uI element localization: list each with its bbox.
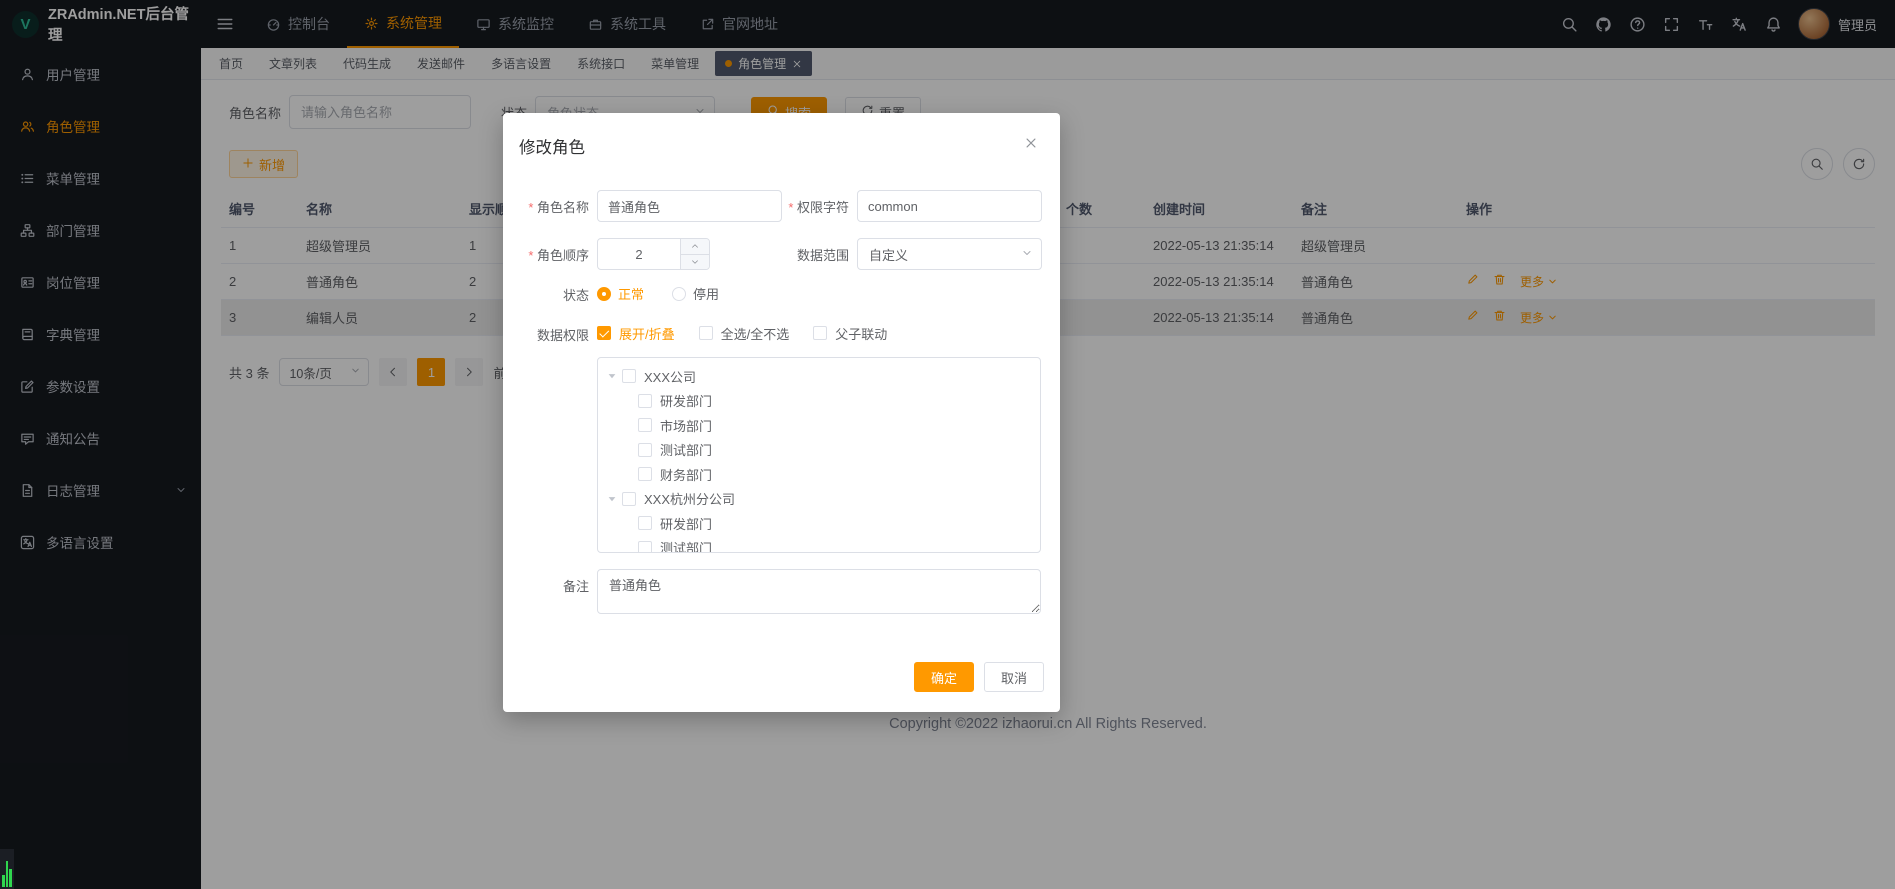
chevron-up-icon xyxy=(690,241,700,251)
tree-node-label: 财务部门 xyxy=(660,465,712,484)
data-scope-label: 数据范围 xyxy=(782,245,857,264)
tree-node[interactable]: 测试部门 xyxy=(598,438,1040,463)
remark-label: 备注 xyxy=(517,569,597,595)
tree-checkbox[interactable] xyxy=(638,516,652,530)
confirm-button[interactable]: 确定 xyxy=(914,662,974,692)
role-key-input[interactable] xyxy=(857,190,1042,222)
perm-checkbox-1[interactable]: 全选/全不选 xyxy=(699,324,790,343)
status-radio-0[interactable]: 正常 xyxy=(597,284,644,303)
caret-down-icon[interactable] xyxy=(606,493,622,505)
role-sort-stepper[interactable]: 2 xyxy=(597,238,710,270)
dialog-body: 角色名称 权限字符 角色顺序 2 数据范围 自定义 状态 正常 停用 xyxy=(503,158,1060,662)
perm-checkbox-0[interactable]: 展开/折叠 xyxy=(597,324,675,343)
edit-role-dialog: 修改角色 角色名称 权限字符 角色顺序 2 数据范围 自定义 xyxy=(503,113,1060,712)
tree-node-label: 研发部门 xyxy=(660,514,712,533)
tree-node[interactable]: 研发部门 xyxy=(598,511,1040,536)
tree-node[interactable]: XXX公司 xyxy=(598,364,1040,389)
tree-checkbox[interactable] xyxy=(638,443,652,457)
tree-checkbox[interactable] xyxy=(622,492,636,506)
tree-checkbox[interactable] xyxy=(638,541,652,553)
checkbox-label: 父子联动 xyxy=(835,324,887,343)
tree-checkbox[interactable] xyxy=(638,394,652,408)
checkbox-box xyxy=(699,326,713,340)
checkbox-box xyxy=(597,326,611,340)
radio-label: 停用 xyxy=(693,284,719,303)
tree-checkbox[interactable] xyxy=(622,369,636,383)
role-name-input[interactable] xyxy=(597,190,782,222)
remark-textarea[interactable]: 普通角色 xyxy=(597,569,1041,614)
dialog-footer: 确定 取消 xyxy=(503,662,1060,712)
tree-checkbox[interactable] xyxy=(638,467,652,481)
tree-node-label: 市场部门 xyxy=(660,416,712,435)
tree-node-label: 测试部门 xyxy=(660,440,712,459)
close-icon xyxy=(1024,136,1038,150)
decrease-button[interactable] xyxy=(681,255,709,270)
dept-tree: XXX公司研发部门市场部门测试部门财务部门XXX杭州分公司研发部门测试部门 xyxy=(597,357,1041,553)
status-radio-1[interactable]: 停用 xyxy=(672,284,719,303)
role-sort-value: 2 xyxy=(598,239,680,269)
perm-checkbox-group: 展开/折叠 全选/全不选 父子联动 xyxy=(597,324,911,346)
data-scope-value: 自定义 xyxy=(869,245,908,264)
cancel-button[interactable]: 取消 xyxy=(984,662,1044,692)
close-icon[interactable] xyxy=(1022,134,1040,157)
data-scope-select[interactable]: 自定义 xyxy=(857,238,1042,270)
perm-checkbox-2[interactable]: 父子联动 xyxy=(813,324,887,343)
checkbox-box xyxy=(813,326,827,340)
role-key-label: 权限字符 xyxy=(782,197,857,216)
chevron-down-icon xyxy=(690,257,700,267)
stepper-controls xyxy=(680,239,709,269)
checkbox-label: 全选/全不选 xyxy=(721,324,790,343)
status-radio-group: 正常 停用 xyxy=(597,284,747,306)
role-name-label: 角色名称 xyxy=(517,197,597,216)
status-label: 状态 xyxy=(517,285,597,304)
tree-node-label: XXX公司 xyxy=(644,367,696,386)
tree-node[interactable]: 市场部门 xyxy=(598,413,1040,438)
increase-button[interactable] xyxy=(681,239,709,255)
radio-label: 正常 xyxy=(618,284,644,303)
tree-node[interactable]: 研发部门 xyxy=(598,389,1040,414)
tree-node[interactable]: 财务部门 xyxy=(598,462,1040,487)
data-perm-label: 数据权限 xyxy=(517,325,597,344)
chevron-down-icon xyxy=(1021,247,1033,262)
caret-down-icon[interactable] xyxy=(606,370,622,382)
tree-checkbox[interactable] xyxy=(638,418,652,432)
tree-node[interactable]: XXX杭州分公司 xyxy=(598,487,1040,512)
perf-monitor-widget[interactable] xyxy=(0,849,14,889)
radio-dot xyxy=(597,287,611,301)
tree-node-label: XXX杭州分公司 xyxy=(644,489,735,508)
dialog-header: 修改角色 xyxy=(503,113,1060,158)
tree-node-label: 研发部门 xyxy=(660,391,712,410)
tree-node-label: 测试部门 xyxy=(660,538,712,553)
tree-node[interactable]: 测试部门 xyxy=(598,536,1040,554)
checkbox-label: 展开/折叠 xyxy=(619,324,675,343)
radio-dot xyxy=(672,287,686,301)
chevron-down-icon xyxy=(1021,247,1033,259)
dialog-title: 修改角色 xyxy=(519,134,585,158)
role-sort-label: 角色顺序 xyxy=(517,245,597,264)
